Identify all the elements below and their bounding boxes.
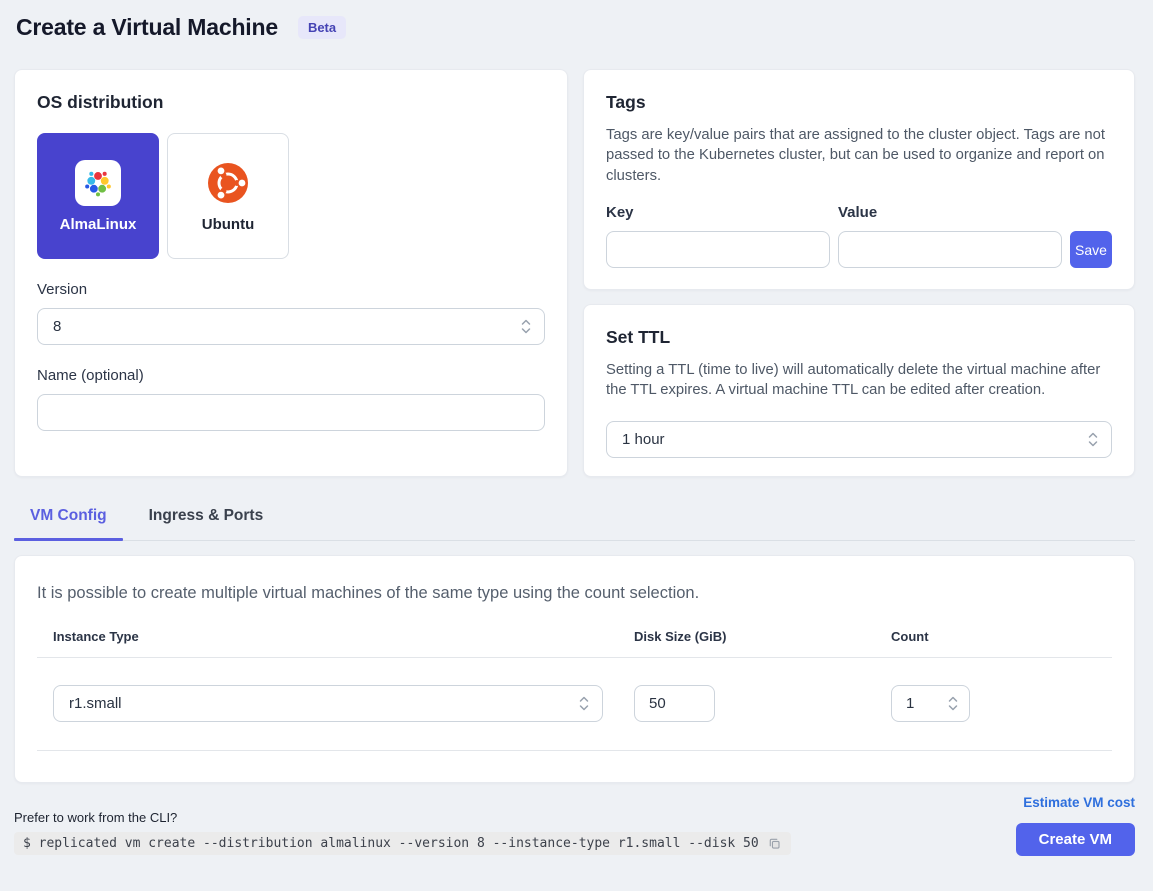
cli-command-block: $ replicated vm create --distribution al… [14,832,791,855]
tags-form-row: Key Value Save [606,204,1112,268]
cli-section: Prefer to work from the CLI? $ replicate… [14,810,791,855]
create-vm-button[interactable]: Create VM [1016,823,1135,856]
key-label: Key [606,204,830,221]
tags-description: Tags are key/value pairs that are assign… [606,125,1112,186]
ubuntu-icon [208,160,248,206]
value-label: Value [838,204,1062,221]
cli-command-text: $ replicated vm create --distribution al… [23,836,759,851]
beta-badge: Beta [298,16,346,39]
table-row: r1.small 1 [37,658,1112,751]
tab-bar: VM Config Ingress & Ports [14,501,1135,541]
ttl-description: Setting a TTL (time to live) will automa… [606,360,1112,401]
tags-card: Tags Tags are key/value pairs that are a… [583,69,1135,290]
ttl-select[interactable]: 1 hour [606,421,1112,458]
table-header-row: Instance Type Disk Size (GiB) Count [37,629,1112,658]
page-title: Create a Virtual Machine [16,14,278,41]
column-header-count: Count [891,629,1096,644]
top-cards-row: OS distribution AlmaLinux [14,69,1135,477]
instance-type-value: r1.small [69,695,122,712]
almalinux-icon [75,160,121,206]
os-option-label: AlmaLinux [60,216,137,233]
tag-value-input[interactable] [838,231,1062,268]
os-options: AlmaLinux [37,133,545,259]
page-footer: Prefer to work from the CLI? $ replicate… [14,783,1135,856]
create-vm-page: Create a Virtual Machine Beta OS distrib… [0,0,1153,856]
chevron-updown-icon [578,695,590,712]
chevron-updown-icon [947,695,959,712]
os-distribution-card: OS distribution AlmaLinux [14,69,568,477]
estimate-vm-cost-link[interactable]: Estimate VM cost [1023,795,1135,810]
page-header: Create a Virtual Machine Beta [14,14,1135,41]
version-select[interactable]: 8 [37,308,545,345]
chevron-updown-icon [1087,431,1099,448]
ttl-select-value: 1 hour [622,431,665,448]
ttl-card-title: Set TTL [606,327,1112,348]
footer-actions: Estimate VM cost Create VM [1016,795,1135,856]
count-stepper[interactable]: 1 [891,685,970,722]
disk-size-input[interactable] [634,685,715,722]
tab-vm-config[interactable]: VM Config [14,501,123,540]
tag-key-input[interactable] [606,231,830,268]
instance-type-select[interactable]: r1.small [53,685,603,722]
count-value: 1 [906,695,914,712]
cli-prompt: Prefer to work from the CLI? [14,810,791,825]
right-cards-column: Tags Tags are key/value pairs that are a… [583,69,1135,477]
save-tag-button[interactable]: Save [1070,231,1112,268]
instance-table: Instance Type Disk Size (GiB) Count r1.s… [37,629,1112,751]
os-option-almalinux[interactable]: AlmaLinux [37,133,159,259]
tags-card-title: Tags [606,92,1112,113]
os-card-title: OS distribution [37,92,545,113]
os-option-ubuntu[interactable]: Ubuntu [167,133,289,259]
os-option-label: Ubuntu [202,216,254,233]
chevron-updown-icon [520,318,532,335]
column-header-disk-size: Disk Size (GiB) [634,629,860,644]
version-label: Version [37,281,545,298]
vm-config-intro: It is possible to create multiple virtua… [37,584,1112,603]
set-ttl-card: Set TTL Setting a TTL (time to live) wil… [583,304,1135,477]
vm-config-card: It is possible to create multiple virtua… [14,555,1135,783]
copy-icon[interactable] [767,836,782,851]
name-label: Name (optional) [37,367,545,384]
version-select-value: 8 [53,318,61,335]
column-header-instance-type: Instance Type [53,629,603,644]
tab-ingress-ports[interactable]: Ingress & Ports [133,501,280,540]
name-input[interactable] [37,394,545,431]
